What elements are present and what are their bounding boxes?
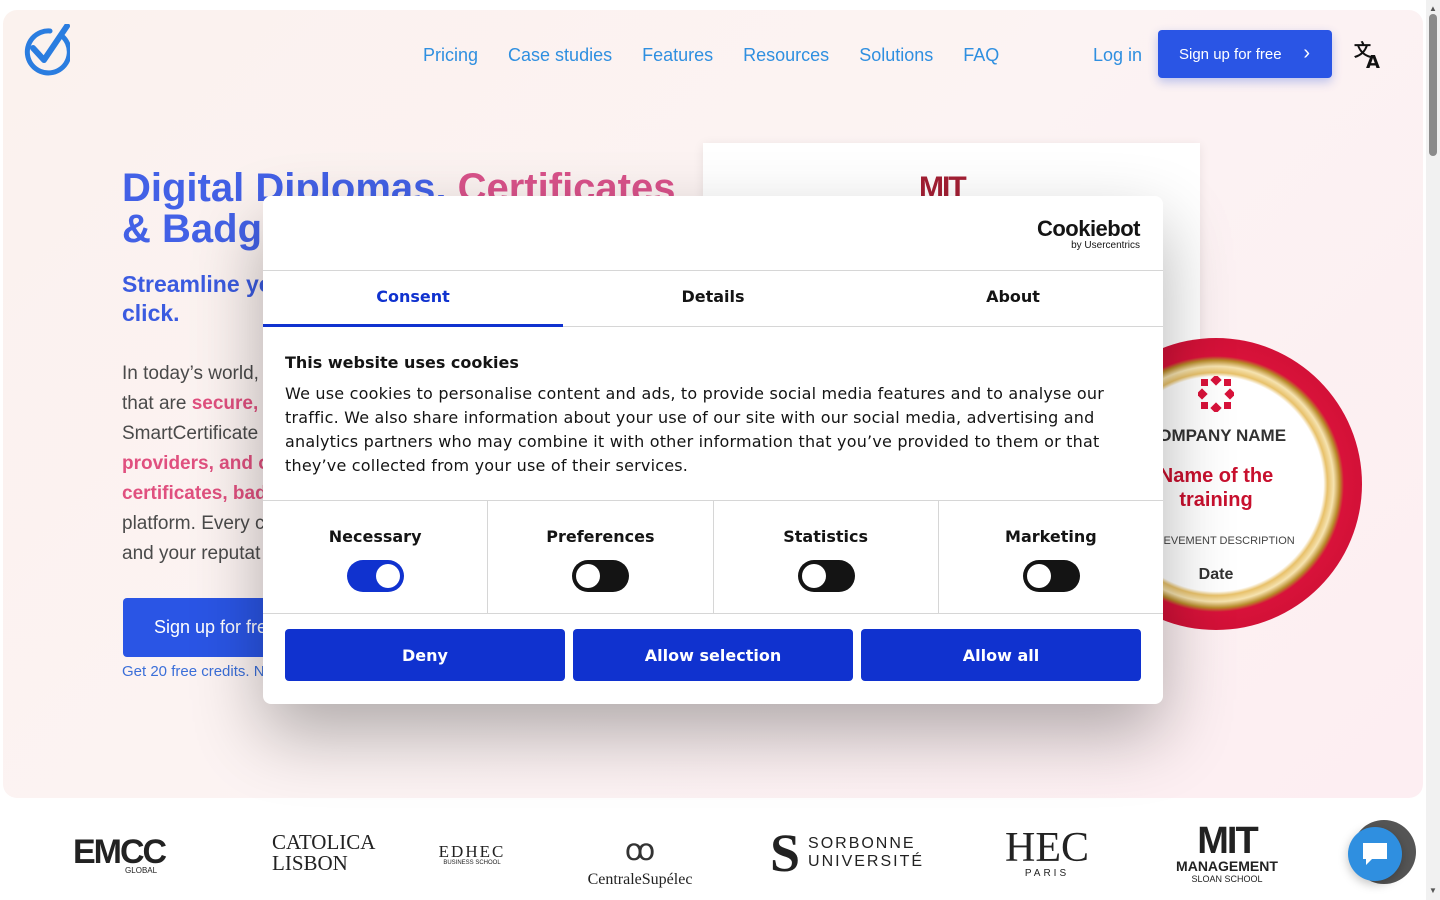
partner-logo-catolica: CATOLICA LISBON [236, 831, 375, 875]
partner-sub: BUSINESS SCHOOL [443, 859, 501, 866]
cookie-body: We use cookies to personalise content an… [285, 384, 1105, 475]
partner-sub: MANAGEMENT [1176, 858, 1278, 874]
login-link[interactable]: Log in [1093, 43, 1142, 67]
translate-icon[interactable]: 文 A [1354, 39, 1384, 73]
tab-details[interactable]: Details [563, 271, 863, 326]
para-text: that are [122, 393, 192, 414]
cookiebot-brand: Cookiebot [1036, 216, 1141, 241]
cookie-buttons: Deny Allow selection Allow all [285, 629, 1141, 681]
para-highlight: secure, [191, 393, 259, 414]
partner-sub: LISBON [272, 851, 348, 875]
deny-button[interactable]: Deny [285, 629, 565, 681]
partner-emblem-icon: S [769, 823, 801, 883]
nav-faq[interactable]: FAQ [963, 43, 999, 67]
partner-name: SORBONNE [808, 835, 916, 852]
partner-name: MIT [1197, 820, 1258, 862]
category-marketing: Marketing [937, 501, 1163, 613]
allow-all-button[interactable]: Allow all [861, 629, 1141, 681]
tab-about[interactable]: About [863, 271, 1163, 326]
toggle-knob [576, 564, 601, 588]
scroll-up-icon[interactable]: ▲ [1429, 4, 1437, 13]
chevron-right-icon: › [1303, 42, 1310, 64]
para-text: and your reputat [122, 543, 261, 564]
partner-logo-emcc: EMCC GLOBAL [60, 827, 170, 877]
toggle-statistics[interactable] [797, 560, 855, 592]
chat-bubble-icon [1363, 843, 1387, 865]
checkmark-logo-icon[interactable] [22, 23, 72, 76]
signup-header-label: Sign up for free [1179, 45, 1282, 63]
nav-pricing[interactable]: Pricing [423, 43, 478, 67]
partner-name: HEC [1005, 824, 1089, 871]
category-label: Marketing [1005, 527, 1097, 546]
para-highlight: certificates, bad [122, 483, 267, 504]
chat-button[interactable] [1348, 827, 1402, 881]
scroll-down-icon[interactable]: ▼ [1429, 886, 1437, 895]
nav-solutions[interactable]: Solutions [859, 43, 933, 67]
scrollbar-thumb[interactable] [1429, 14, 1437, 156]
category-label: Necessary [328, 527, 422, 546]
cookiebot-logo: Cookiebot by Usercentrics [1036, 216, 1141, 252]
cookie-tabs: Consent Details About [263, 270, 1163, 327]
partner-sub: SLOAN SCHOOL [1191, 874, 1263, 884]
toggle-knob [376, 564, 401, 588]
cookie-title: This website uses cookies [285, 353, 519, 372]
category-preferences: Preferences [487, 501, 712, 613]
signup-header-button[interactable]: Sign up for free › [1158, 30, 1332, 78]
category-statistics: Statistics [712, 501, 938, 613]
partner-name: CentraleSupélec [587, 871, 693, 888]
main-nav: Pricing Case studies Features Resources … [423, 43, 999, 67]
toggle-preferences[interactable] [572, 560, 630, 592]
toggle-marketing[interactable] [1022, 560, 1080, 592]
partner-logo-sorbonne: S SORBONNE UNIVERSITÉ [769, 823, 925, 883]
para-text: In today’s world, [122, 363, 259, 384]
para-highlight: providers, and o [122, 453, 270, 474]
category-label: Statistics [783, 527, 868, 546]
badge-emblem-icon [1198, 376, 1234, 412]
partner-sub: PARIS [1024, 867, 1070, 879]
category-necessary: Necessary [263, 501, 487, 613]
partner-logo-centralesupelec: ꝏ CentraleSupélec [575, 819, 705, 889]
partner-emblem-icon: ꝏ [624, 834, 656, 867]
nav-features[interactable]: Features [642, 43, 713, 67]
toggle-necessary[interactable] [347, 560, 405, 592]
partner-name: CATOLICA [272, 830, 376, 854]
para-text: platform. Every c [122, 513, 265, 534]
allow-selection-button[interactable]: Allow selection [573, 629, 853, 681]
nav-resources[interactable]: Resources [743, 43, 829, 67]
tab-consent[interactable]: Consent [263, 271, 563, 327]
toggle-knob [801, 564, 826, 588]
partner-logo-hec: HEC PARIS [994, 827, 1100, 879]
cookie-categories: Necessary Preferences Statistics Marketi… [263, 500, 1163, 614]
partner-logo-mit-sloan: MIT MANAGEMENT SLOAN SCHOOL [1170, 821, 1284, 887]
toggle-knob [1026, 564, 1051, 588]
partner-sub: GLOBAL [125, 865, 158, 875]
partner-logos: EMCC GLOBAL CATOLICA LISBON EDHEC BUSINE… [0, 815, 1425, 895]
partner-name: EDHEC [438, 841, 506, 861]
cookiebot-brand-sub: by Usercentrics [1071, 240, 1140, 251]
partner-logo-edhec: EDHEC BUSINESS SCHOOL [430, 839, 514, 869]
category-label: Preferences [546, 527, 655, 546]
partner-sub: UNIVERSITÉ [808, 853, 925, 870]
nav-case-studies[interactable]: Case studies [508, 43, 612, 67]
cookie-consent-dialog: Cookiebot by Usercentrics Consent Detail… [263, 196, 1163, 704]
svg-text:A: A [1366, 52, 1380, 69]
para-text: SmartCertificate [122, 423, 259, 444]
